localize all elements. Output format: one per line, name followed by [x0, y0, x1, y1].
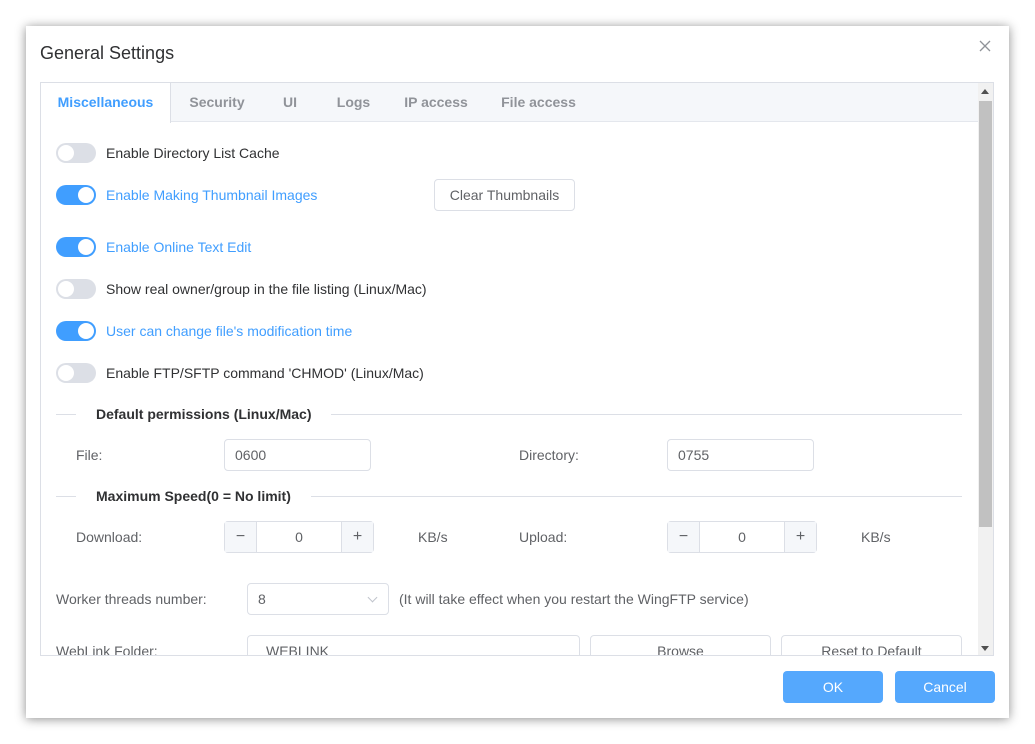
tab-miscellaneous[interactable]: Miscellaneous	[41, 83, 171, 123]
directory-permission-label: Directory:	[519, 447, 579, 463]
toggle-row-chmod: Enable FTP/SFTP command 'CHMOD' (Linux/M…	[56, 362, 424, 384]
chevron-down-icon	[367, 592, 378, 603]
download-unit: KB/s	[418, 529, 448, 545]
scroll-thumb[interactable]	[979, 101, 992, 527]
download-increase-button[interactable]: +	[341, 522, 373, 552]
weblink-folder-label: WebLink Folder:	[56, 643, 158, 656]
file-permission-input[interactable]: 0600	[224, 439, 371, 471]
modification-time-label: User can change file's modification time	[106, 323, 353, 339]
download-value[interactable]: 0	[257, 522, 341, 552]
upload-increase-button[interactable]: +	[784, 522, 816, 552]
settings-panel: Miscellaneous Security UI Logs IP access…	[40, 82, 994, 656]
chmod-switch[interactable]	[56, 363, 96, 383]
real-owner-label: Show real owner/group in the file listin…	[106, 281, 427, 297]
upload-decrease-button[interactable]: −	[668, 522, 700, 552]
upload-stepper: − 0 +	[667, 521, 817, 553]
vertical-scrollbar[interactable]	[978, 83, 993, 655]
clear-thumbnails-button[interactable]: Clear Thumbnails	[434, 179, 575, 211]
speed-section-title: Maximum Speed(0 = No limit)	[76, 488, 311, 504]
chmod-label: Enable FTP/SFTP command 'CHMOD' (Linux/M…	[106, 365, 424, 381]
online-text-edit-switch[interactable]	[56, 237, 96, 257]
permissions-divider: Default permissions (Linux/Mac)	[56, 406, 962, 422]
download-stepper: − 0 +	[224, 521, 374, 553]
browse-button[interactable]: Browse	[590, 635, 771, 655]
thumbnails-label: Enable Making Thumbnail Images	[106, 187, 318, 203]
cancel-button[interactable]: Cancel	[895, 671, 995, 703]
tab-logs[interactable]: Logs	[326, 83, 381, 122]
ok-button[interactable]: OK	[783, 671, 883, 703]
speed-divider: Maximum Speed(0 = No limit)	[56, 488, 962, 504]
permissions-section-title: Default permissions (Linux/Mac)	[76, 406, 332, 422]
directory-permission-input[interactable]: 0755	[667, 439, 814, 471]
scroll-down-icon[interactable]	[981, 646, 989, 651]
tab-ip-access[interactable]: IP access	[401, 83, 471, 122]
modification-time-switch[interactable]	[56, 321, 96, 341]
general-settings-dialog: General Settings Miscellaneous Security …	[26, 26, 1009, 718]
upload-unit: KB/s	[861, 529, 891, 545]
scroll-up-icon[interactable]	[981, 89, 989, 94]
tab-ui[interactable]: UI	[271, 83, 309, 122]
tab-file-access[interactable]: File access	[496, 83, 581, 122]
online-text-edit-label: Enable Online Text Edit	[106, 239, 252, 255]
tab-security[interactable]: Security	[176, 83, 258, 122]
toggle-row-modification-time: User can change file's modification time	[56, 320, 352, 342]
directory-cache-switch[interactable]	[56, 143, 96, 163]
download-decrease-button[interactable]: −	[225, 522, 257, 552]
thumbnails-switch[interactable]	[56, 185, 96, 205]
worker-threads-label: Worker threads number:	[56, 591, 207, 607]
worker-threads-value: 8	[258, 591, 266, 607]
tab-bar: Miscellaneous Security UI Logs IP access…	[41, 83, 979, 123]
tab-content: Enable Directory List Cache Enable Makin…	[41, 123, 979, 656]
worker-threads-note: (It will take effect when you restart th…	[399, 591, 749, 607]
weblink-folder-input[interactable]: WEBLINK	[247, 635, 580, 655]
reset-to-default-button[interactable]: Reset to Default	[781, 635, 962, 655]
toggle-row-thumbnails: Enable Making Thumbnail Images	[56, 184, 317, 206]
file-permission-label: File:	[76, 447, 103, 463]
toggle-row-online-text-edit: Enable Online Text Edit	[56, 236, 251, 258]
dialog-title: General Settings	[40, 43, 175, 63]
toggle-row-directory-cache: Enable Directory List Cache	[56, 142, 280, 164]
toggle-row-real-owner: Show real owner/group in the file listin…	[56, 278, 427, 300]
upload-label: Upload:	[519, 529, 568, 545]
close-icon[interactable]	[977, 38, 993, 54]
download-label: Download:	[76, 529, 143, 545]
upload-value[interactable]: 0	[700, 522, 784, 552]
directory-cache-label: Enable Directory List Cache	[106, 145, 280, 161]
worker-threads-select[interactable]: 8	[247, 583, 389, 615]
real-owner-switch[interactable]	[56, 279, 96, 299]
